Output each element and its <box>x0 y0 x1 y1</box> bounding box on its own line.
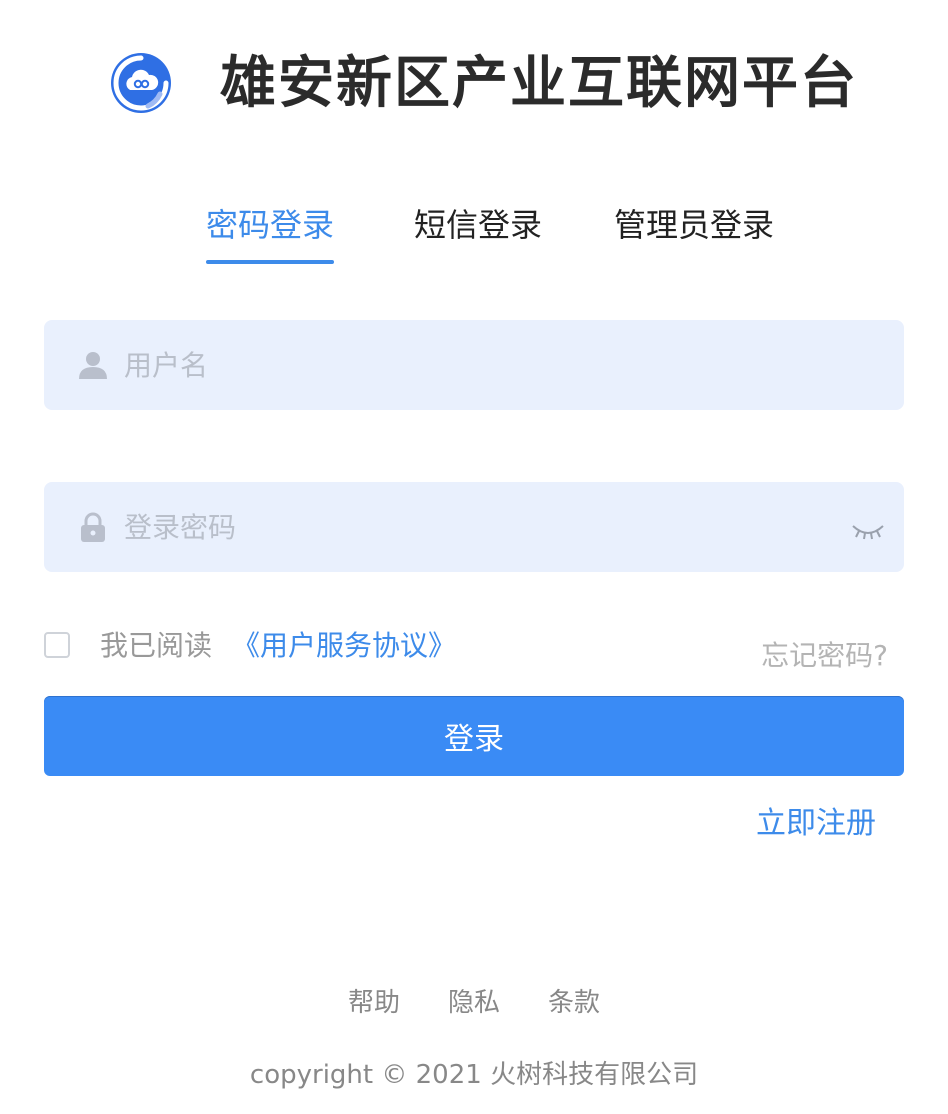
cloud-logo-icon <box>111 53 171 113</box>
footer-link-help[interactable]: 帮助 <box>348 982 400 1019</box>
tab-password-login[interactable]: 密码登录 <box>206 200 334 250</box>
register-link[interactable]: 立即注册 <box>756 798 876 842</box>
footer-links: 帮助 隐私 条款 <box>0 982 948 1022</box>
agreement-text: 我已阅读 <box>100 629 213 662</box>
forgot-password-link[interactable]: 忘记密码? <box>761 638 888 674</box>
agreement-checkbox[interactable] <box>44 632 70 658</box>
agreement-row: 我已阅读 《用户服务协议》 忘记密码? <box>44 628 904 688</box>
tab-sms-login[interactable]: 短信登录 <box>414 200 542 250</box>
eye-closed-icon[interactable] <box>850 518 886 542</box>
footer-link-privacy[interactable]: 隐私 <box>448 982 500 1019</box>
username-input[interactable] <box>124 320 824 410</box>
page-title: 雄安新区产业互联网平台 <box>220 51 858 116</box>
password-input[interactable] <box>124 482 824 572</box>
username-field <box>44 320 904 410</box>
login-button[interactable]: 登录 <box>44 696 904 776</box>
user-icon <box>79 352 107 379</box>
header: 雄安新区产业互联网平台 <box>0 40 948 130</box>
password-field <box>44 482 904 572</box>
agreement-link[interactable]: 《用户服务协议》 <box>232 628 456 664</box>
copyright-text: copyright © 2021 火树科技有限公司 <box>249 1060 699 1090</box>
login-tabs: 密码登录 短信登录 管理员登录 <box>0 200 948 270</box>
tab-admin-login[interactable]: 管理员登录 <box>614 200 774 250</box>
active-tab-indicator <box>206 260 334 264</box>
lock-icon <box>81 512 105 542</box>
footer-link-terms[interactable]: 条款 <box>548 982 600 1019</box>
